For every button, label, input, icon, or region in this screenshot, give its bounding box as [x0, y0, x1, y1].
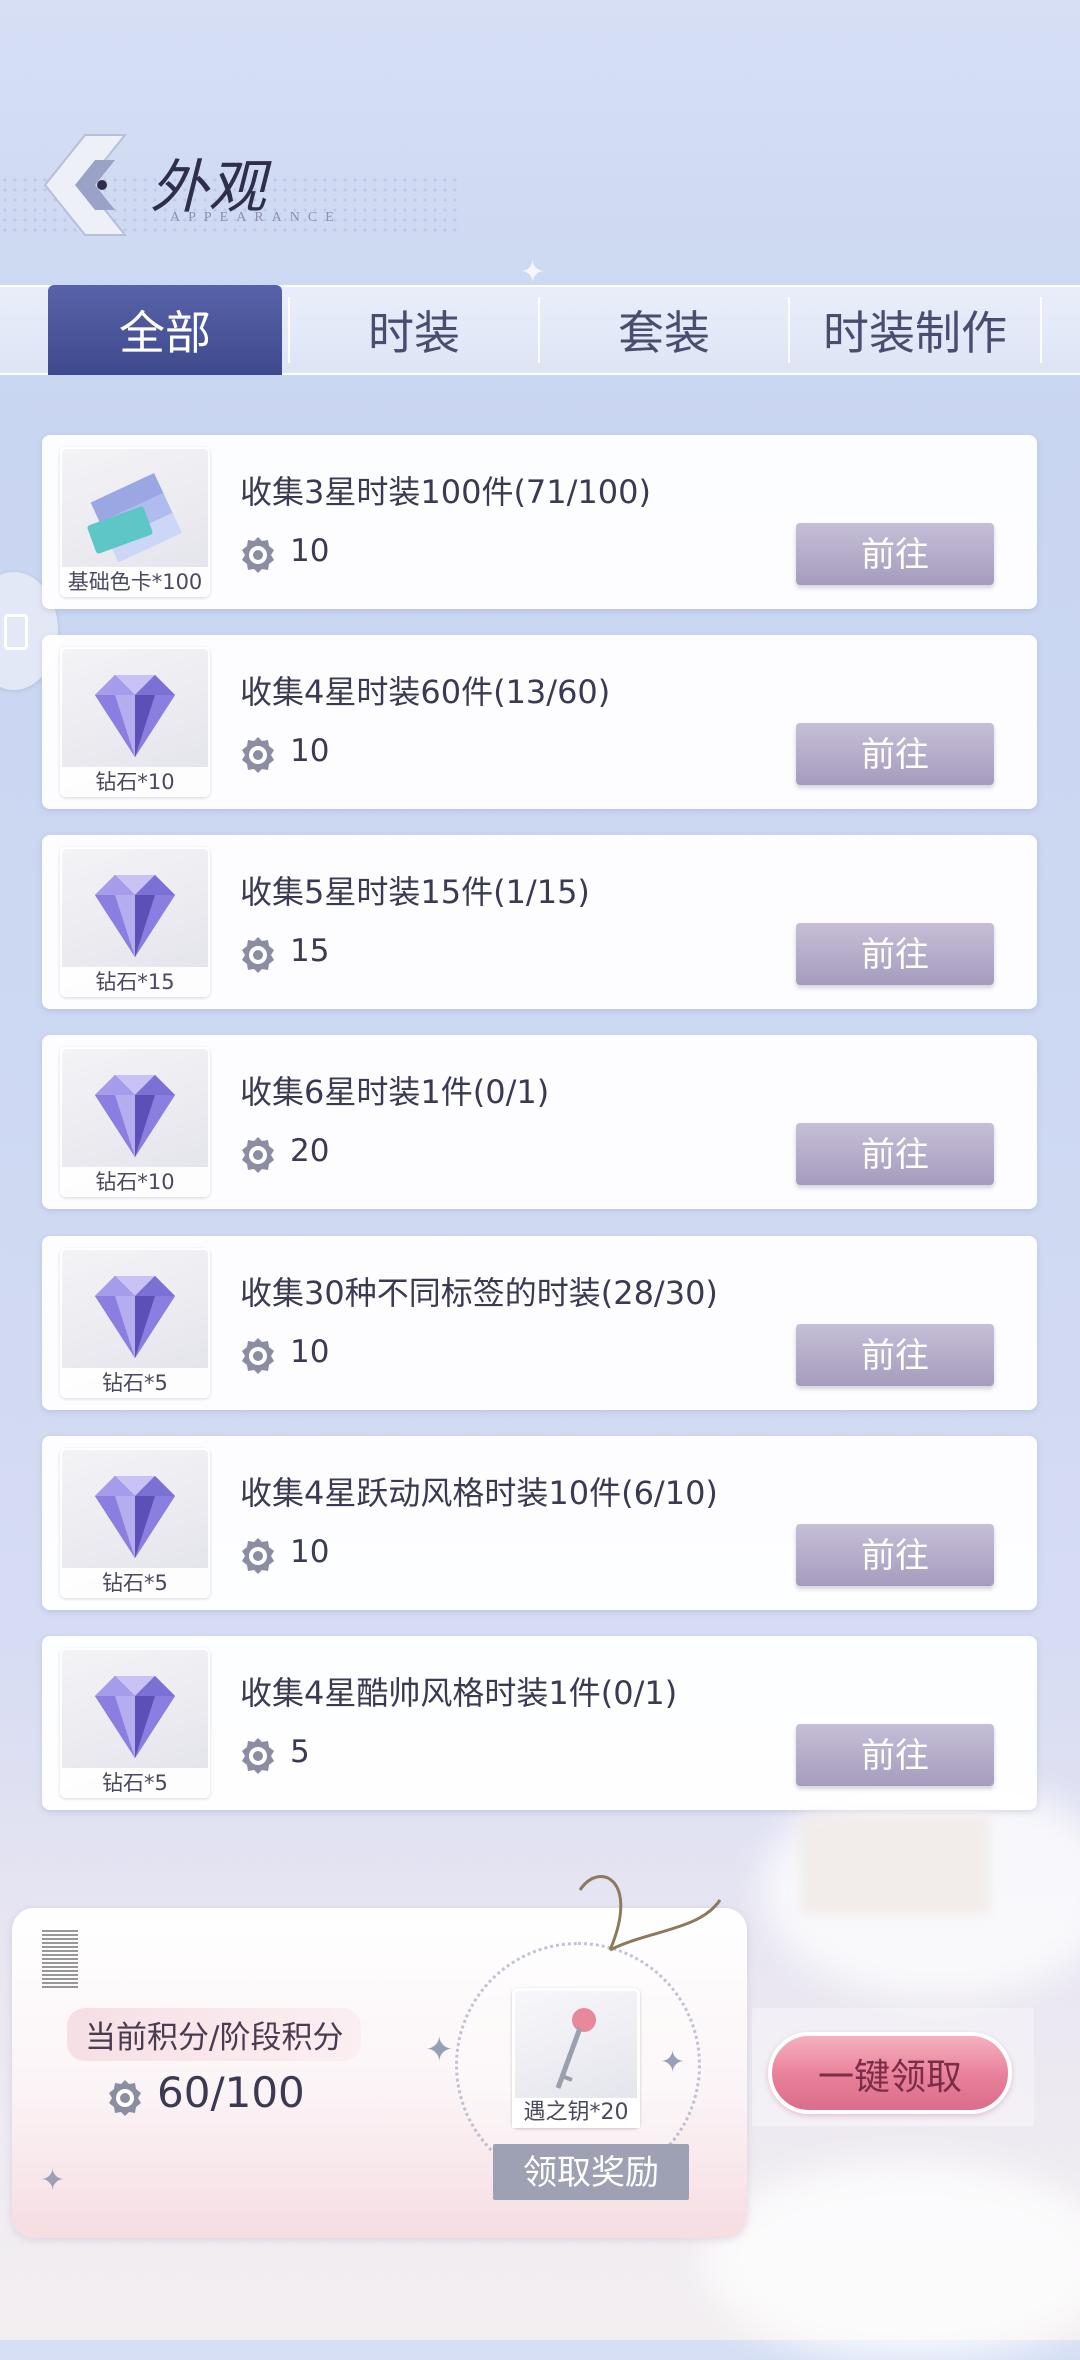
go-button[interactable]: 前往 [796, 723, 994, 785]
task-points: 10 [290, 733, 330, 769]
blurred-area [800, 1815, 990, 1915]
task-name: 收集5星时装15件(1/15) [240, 873, 590, 911]
task-reward-label: 钻石*10 [60, 1167, 210, 1197]
task-card: 钻石*5 收集4星跃动风格时装10件(6/10) 10 前往 [42, 1436, 1037, 1610]
go-button[interactable]: 前往 [796, 523, 994, 585]
task-name: 收集4星酷帅风格时装1件(0/1) [240, 1674, 678, 1712]
task-reward-label: 钻石*5 [60, 1768, 210, 1798]
go-button[interactable]: 前往 [796, 1324, 994, 1386]
task-name: 收集4星时装60件(13/60) [240, 673, 611, 711]
claim-all-button[interactable]: 一键领取 [768, 2032, 1012, 2114]
points-badge-icon [240, 1536, 276, 1580]
tab-bar: 全部 时装 套装 时装制作 [0, 285, 1080, 375]
barcode-icon [42, 1930, 78, 1990]
task-reward-item[interactable]: 钻石*5 [60, 1648, 210, 1798]
task-reward-item[interactable]: 钻石*10 [60, 1047, 210, 1197]
points-badge-icon [240, 735, 276, 779]
task-reward-label: 钻石*15 [60, 967, 210, 997]
claim-reward-button[interactable]: 领取奖励 [493, 2144, 689, 2200]
page-subtitle: APPEARANCE [170, 210, 342, 225]
points-badge-icon [240, 935, 276, 979]
tab-all[interactable]: 全部 [48, 285, 282, 375]
points-badge-icon [240, 1736, 276, 1780]
tab-outfit-set[interactable]: 套装 [540, 287, 788, 373]
points-value: 60/100 [157, 2068, 305, 2117]
task-card: 钻石*5 收集30种不同标签的时装(28/30) 10 前往 [42, 1236, 1037, 1410]
task-points: 10 [290, 533, 330, 569]
points-badge-icon [109, 2080, 141, 2116]
task-points: 10 [290, 1334, 330, 1370]
task-name: 收集6星时装1件(0/1) [240, 1073, 550, 1111]
task-card: 基础色卡*100 收集3星时装100件(71/100) 10 前往 [42, 435, 1037, 609]
task-reward-label: 钻石*5 [60, 1368, 210, 1398]
task-reward-item[interactable]: 钻石*5 [60, 1448, 210, 1598]
task-reward-label: 基础色卡*100 [60, 567, 210, 597]
go-button[interactable]: 前往 [796, 1524, 994, 1586]
sparkle-icon: ✦ [660, 2045, 686, 2080]
task-name: 收集30种不同标签的时装(28/30) [240, 1274, 718, 1312]
tab-divider [1040, 297, 1042, 363]
go-button[interactable]: 前往 [796, 923, 994, 985]
task-points: 20 [290, 1133, 330, 1169]
points-badge-icon [240, 535, 276, 579]
task-name: 收集4星跃动风格时装10件(6/10) [240, 1474, 718, 1512]
key-icon [555, 2008, 596, 2089]
stage-reward-item[interactable]: 遇之钥*20 [512, 1988, 640, 2128]
points-badge-icon [240, 1336, 276, 1380]
task-name: 收集3星时装100件(71/100) [240, 473, 651, 511]
task-reward-item[interactable]: 钻石*15 [60, 847, 210, 997]
task-points: 5 [290, 1734, 310, 1770]
points-badge-icon [240, 1135, 276, 1179]
stage-reward-label: 遇之钥*20 [512, 2098, 640, 2128]
task-reward-label: 钻石*5 [60, 1568, 210, 1598]
task-card: 钻石*5 收集4星酷帅风格时装1件(0/1) 5 前往 [42, 1636, 1037, 1810]
go-button[interactable]: 前往 [796, 1724, 994, 1786]
appearance-logo-icon [43, 134, 128, 236]
tab-fashion[interactable]: 时装 [290, 287, 538, 373]
task-points: 15 [290, 933, 330, 969]
task-card: 钻石*10 收集6星时装1件(0/1) 20 前往 [42, 1035, 1037, 1209]
sparkle-icon: ✦ [425, 2030, 454, 2070]
points-label: 当前积分/阶段积分 [67, 2008, 362, 2061]
go-button[interactable]: 前往 [796, 1123, 994, 1185]
task-reward-item[interactable]: 钻石*5 [60, 1248, 210, 1398]
cloud-decoration [700, 2160, 1080, 2360]
tab-fashion-crafting[interactable]: 时装制作 [790, 287, 1040, 373]
sparkle-icon: ✦ [40, 2163, 66, 2198]
task-reward-item[interactable]: 基础色卡*100 [60, 447, 210, 597]
task-reward-label: 钻石*10 [60, 767, 210, 797]
task-card: 钻石*10 收集4星时装60件(13/60) 10 前往 [42, 635, 1037, 809]
task-points: 10 [290, 1534, 330, 1570]
task-reward-item[interactable]: 钻石*10 [60, 647, 210, 797]
task-card: 钻石*15 收集5星时装15件(1/15) 15 前往 [42, 835, 1037, 1009]
